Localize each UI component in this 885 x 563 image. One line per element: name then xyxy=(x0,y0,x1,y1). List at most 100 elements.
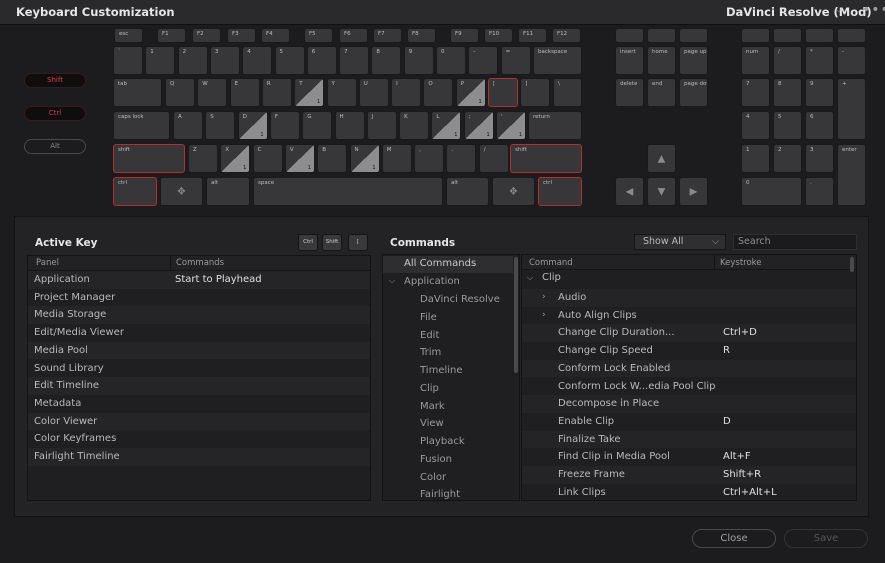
table-row[interactable]: › Auto Align Clips xyxy=(522,307,856,325)
table-row[interactable]: Media Pool xyxy=(28,341,370,360)
table-row[interactable]: Finalize Take xyxy=(522,430,856,449)
key-f6[interactable]: F6 xyxy=(339,28,368,43)
chevron-right-icon[interactable]: › xyxy=(542,307,546,324)
table-row[interactable]: Freeze Frame Shift+R xyxy=(522,466,856,484)
key-h[interactable]: H xyxy=(334,111,365,140)
table-row[interactable]: Color Keyframes xyxy=(28,430,370,448)
key-p[interactable]: P1 xyxy=(455,78,486,107)
tree-item[interactable]: Mark xyxy=(420,401,445,412)
key-4[interactable]: 4 xyxy=(242,46,273,75)
key-n[interactable]: N1 xyxy=(349,144,380,173)
tree-item[interactable]: View xyxy=(420,418,444,429)
key-np-blank-1[interactable] xyxy=(741,28,770,43)
key-np-period[interactable]: . xyxy=(805,177,834,206)
key-np-num[interactable]: num xyxy=(741,46,770,75)
tree-scrollbar[interactable] xyxy=(514,257,518,373)
key-arrow-left[interactable]: ◀ xyxy=(615,177,644,206)
key-f1[interactable]: F1 xyxy=(157,28,186,43)
table-row[interactable]: Edit/Media Viewer xyxy=(28,324,370,342)
chevron-down-icon[interactable]: ⌵ xyxy=(527,273,533,283)
show-filter-dropdown[interactable]: Show All ⌵ xyxy=(634,234,726,250)
key-end[interactable]: end xyxy=(647,78,676,107)
key-page-up[interactable]: page up xyxy=(679,46,708,75)
key-f10[interactable]: F10 xyxy=(484,28,513,43)
key-1[interactable]: 1 xyxy=(145,46,176,75)
key-sym[interactable]: - xyxy=(468,46,499,75)
key-8[interactable]: 8 xyxy=(371,46,402,75)
key-home[interactable]: home xyxy=(647,46,676,75)
key-5[interactable]: 5 xyxy=(274,46,305,75)
key-f12[interactable]: F12 xyxy=(552,28,581,43)
key-i[interactable]: I xyxy=(391,78,422,107)
key-f4[interactable]: F4 xyxy=(261,28,290,43)
key-r[interactable]: R xyxy=(261,78,292,107)
search-input[interactable]: Search xyxy=(733,234,857,250)
key-b[interactable]: B xyxy=(317,144,348,173)
chevron-right-icon[interactable]: › xyxy=(542,289,546,306)
key-np-divide[interactable]: / xyxy=(773,46,802,75)
key-s[interactable]: S xyxy=(205,111,236,140)
table-row[interactable]: Decompose in Place xyxy=(522,395,856,413)
tree-item[interactable]: Clip xyxy=(420,383,439,394)
key-np-plus[interactable]: + xyxy=(837,78,866,140)
key-sym[interactable]: = xyxy=(500,46,531,75)
table-row[interactable]: Change Clip Duration... Ctrl+D xyxy=(522,324,856,343)
key-backslash[interactable]: \ xyxy=(553,78,582,107)
active-key-ctrl-button[interactable]: Ctrl xyxy=(298,234,318,251)
column-header-commands[interactable]: Commands xyxy=(176,258,224,268)
tree-item[interactable]: Edit xyxy=(420,330,439,341)
key-l[interactable]: L1 xyxy=(431,111,462,140)
column-header-panel[interactable]: Panel xyxy=(36,258,59,268)
key-6[interactable]: 6 xyxy=(306,46,337,75)
key-sym[interactable]: ` xyxy=(113,46,143,75)
modifier-alt-toggle[interactable]: Alt xyxy=(24,139,86,154)
key-q[interactable]: Q xyxy=(165,78,195,107)
key-f3[interactable]: F3 xyxy=(227,28,256,43)
tree-item[interactable]: File xyxy=(420,312,437,323)
tree-item[interactable]: Fusion xyxy=(420,454,452,465)
key-arrow-down[interactable]: ▼ xyxy=(647,177,676,206)
key-blank-1[interactable] xyxy=(615,28,644,43)
active-key-shift-button[interactable]: Shift xyxy=(322,234,342,251)
table-row[interactable]: Enable Clip D xyxy=(522,413,856,431)
column-header-command[interactable]: Command xyxy=(529,258,573,268)
table-row[interactable]: Edit Timeline xyxy=(28,377,370,395)
key-z[interactable]: Z xyxy=(188,144,218,173)
key-7[interactable]: 7 xyxy=(339,46,370,75)
key-quote[interactable]: ' 1 xyxy=(496,111,526,140)
key-command-left[interactable]: ✥ xyxy=(160,177,203,206)
key-delete[interactable]: delete xyxy=(615,78,644,107)
key-3[interactable]: 3 xyxy=(209,46,240,75)
key-f11[interactable]: F11 xyxy=(518,28,547,43)
table-row[interactable]: Conform Lock Enabled xyxy=(522,359,856,378)
key-semicolon[interactable]: ; 1 xyxy=(463,111,494,140)
key-np-multiply[interactable]: * xyxy=(805,46,834,75)
key-np-1[interactable]: 1 xyxy=(741,144,770,173)
table-row[interactable]: Color Viewer xyxy=(28,412,370,431)
column-header-keystroke[interactable]: Keystroke xyxy=(720,258,762,268)
table-row[interactable]: Conform Lock W...edia Pool Clip xyxy=(522,378,856,396)
key-np-4[interactable]: 4 xyxy=(741,111,770,140)
key-left-ctrl[interactable]: ctrl xyxy=(113,177,157,206)
table-row[interactable]: Application Start to Playhead xyxy=(28,271,370,289)
tree-item-all-commands[interactable]: All Commands xyxy=(404,258,476,269)
key-right-alt[interactable]: alt xyxy=(446,177,489,206)
key-np-5[interactable]: 5 xyxy=(773,111,802,140)
key-y[interactable]: Y xyxy=(326,78,357,107)
key-f9[interactable]: F9 xyxy=(450,28,479,43)
tree-item[interactable]: Fairlight xyxy=(420,489,460,500)
table-row[interactable]: Link Clips Ctrl+Alt+L xyxy=(522,484,856,500)
modifier-ctrl-toggle[interactable]: Ctrl xyxy=(24,106,86,121)
table-row[interactable]: Change Clip Speed R xyxy=(522,342,856,360)
key-blank-2[interactable] xyxy=(647,28,676,43)
table-row[interactable]: Metadata xyxy=(28,395,370,413)
key-np-8[interactable]: 8 xyxy=(773,78,802,107)
key-arrow-up[interactable]: ▲ xyxy=(647,144,676,173)
more-options-icon[interactable]: ••• xyxy=(862,2,885,18)
key-period[interactable]: . xyxy=(446,144,477,173)
save-button[interactable]: Save xyxy=(784,529,868,548)
key-caps-lock[interactable]: caps lock xyxy=(113,111,170,140)
table-row[interactable]: Project Manager xyxy=(28,289,370,307)
active-key-bracket-button[interactable]: [ xyxy=(348,234,368,251)
key-comma[interactable]: , xyxy=(414,144,445,173)
